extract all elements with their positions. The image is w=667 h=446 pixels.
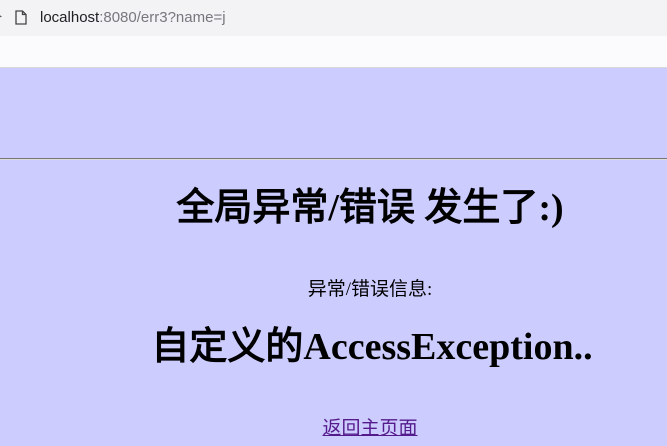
url-path: :8080/err3?name=j xyxy=(99,9,226,26)
sidebar-toggle-icon[interactable]: ▸ xyxy=(0,12,3,22)
url-field[interactable]: localhost:8080/err3?name=j xyxy=(40,9,226,27)
exception-message: 自定义的AccessException.. xyxy=(151,326,593,368)
horizontal-rule xyxy=(0,158,667,160)
browser-toolbar-strip xyxy=(0,36,667,68)
error-heading: 全局异常/错误 发生了:) xyxy=(176,187,564,229)
error-info-label: 异常/错误信息: xyxy=(307,279,433,300)
page-icon[interactable] xyxy=(15,10,27,25)
home-link-container: 返回主页面 xyxy=(0,417,667,441)
back-to-home-link[interactable]: 返回主页面 xyxy=(322,418,417,439)
url-host: localhost xyxy=(40,9,100,26)
page-content: 全局异常/错误 发生了:) 异常/错误信息: 自定义的AccessExcepti… xyxy=(0,68,667,446)
browser-address-bar: ▸ localhost:8080/err3?name=j xyxy=(0,0,667,36)
